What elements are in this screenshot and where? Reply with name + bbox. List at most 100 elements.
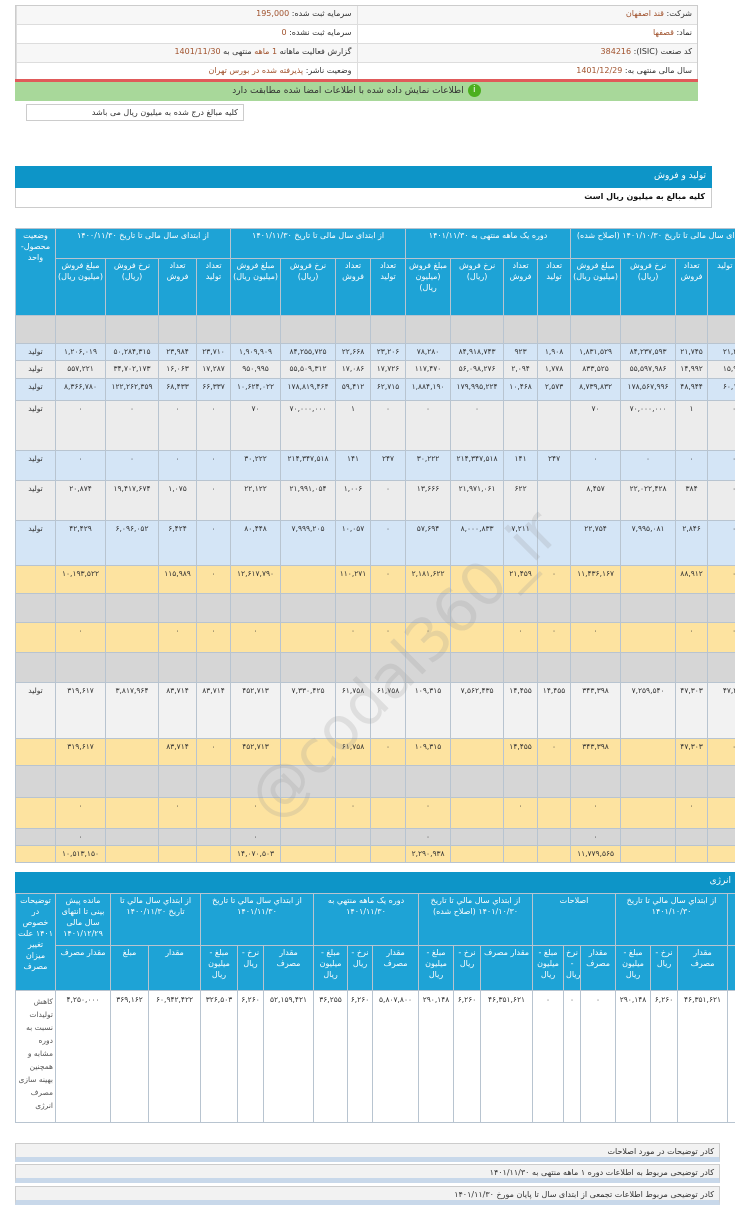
value-cell <box>335 845 372 863</box>
value-cell: ۱۲,۶۱۷,۷۹۰ <box>230 565 282 594</box>
value-cell: ۵۵,۵۰۹,۳۱۲ <box>280 360 337 379</box>
value-cell: ۴۵۲,۷۱۳ <box>230 738 282 766</box>
value-cell <box>537 828 572 846</box>
value-cell <box>537 400 572 451</box>
column-header: نرخ - ریال <box>453 945 482 991</box>
value-cell: ۲۲,۷۵۴ <box>570 520 622 566</box>
period-header: مانده پیش بینی تا انتهای سال مالی ۱۴۰۱/۱… <box>55 893 111 946</box>
value-cell <box>707 765 735 798</box>
value-cell <box>405 315 452 344</box>
column-header: مقدار مصرف <box>480 945 534 991</box>
value-cell: ۳,۸۱۷,۹۶۴ <box>105 682 159 739</box>
value-cell <box>158 593 197 623</box>
value-cell: ۷,۹۹۹,۲۰۵ <box>280 520 337 566</box>
value-cell: ۱۴,۴۵۵ <box>537 682 572 739</box>
unit-cell <box>15 565 56 594</box>
value-cell <box>503 593 539 623</box>
value-cell <box>570 652 622 683</box>
value-cell: ۲۹۰,۱۴۸ <box>615 990 652 1123</box>
symbol-link[interactable]: قصفها <box>653 28 674 37</box>
value-cell: ۰ <box>570 622 622 653</box>
column-header: تعداد فروش <box>675 258 709 316</box>
value-cell <box>105 797 159 829</box>
unit-cell <box>15 622 56 653</box>
value-cell <box>620 738 677 766</box>
value-cell <box>55 593 106 623</box>
unit-cell: تولید <box>15 682 56 739</box>
value-cell: ۳۸۴ <box>675 480 709 521</box>
value-cell <box>55 315 106 344</box>
value-cell <box>230 652 282 683</box>
unit-cell <box>15 315 56 344</box>
value-cell <box>158 765 197 798</box>
value-cell: ۶۰,۹۴۲,۴۲۲ <box>148 990 201 1123</box>
column-header: تعداد تولید <box>537 258 572 316</box>
value-cell: ۰ <box>230 622 282 653</box>
value-cell: ۰ <box>707 565 735 594</box>
value-cell: ۵۷,۶۹۴ <box>405 520 452 566</box>
value-cell: ۸۳,۷۱۴ <box>158 682 197 739</box>
value-cell <box>620 622 677 653</box>
value-cell: ۸۳,۷۱۴ <box>158 738 197 766</box>
value-cell <box>335 828 372 846</box>
value-cell <box>195 845 232 863</box>
value-cell: ۷,۳۳۰,۴۲۵ <box>280 682 337 739</box>
value-cell <box>370 845 407 863</box>
value-cell <box>620 828 677 846</box>
value-cell: ۶۶,۳۳۷ <box>195 378 232 401</box>
value-cell: ۱۳,۶۶۶ <box>405 480 452 521</box>
value-cell: ۱,۸۸۴,۱۹۰ <box>405 378 452 401</box>
company-link[interactable]: قند اصفهان <box>626 9 664 18</box>
unit-header: وضعیت محصول- واحد <box>15 228 56 316</box>
value-cell: ۰ <box>503 622 539 653</box>
value-cell: ۷,۲۱۱ <box>503 520 539 566</box>
value-cell <box>335 765 372 798</box>
company-info-panel: شرکت: قند اصفهان سرمایه ثبت شده: 195,000 … <box>15 5 698 83</box>
table-row: ۱۰,۵۱۳,۱۵۰ ۱۴,۰۷۰,۵۰۳ ۲,۲۹۰,۹۳۸ ۱۱,۷۷۹,۵۶۵ <box>15 845 735 863</box>
value-cell <box>195 828 232 846</box>
verified-banner: iاطلاعات نمایش داده شده با اطلاعات امضا … <box>15 79 698 101</box>
value-cell <box>450 652 505 683</box>
unit-cell <box>15 738 56 766</box>
value-cell <box>335 315 372 344</box>
value-cell: ۸,۰۰۰,۸۳۳ <box>450 520 505 566</box>
value-cell <box>675 845 709 863</box>
value-cell: ۰ <box>195 520 232 566</box>
value-cell: ۸,۳۶۶,۷۸۰ <box>55 378 106 401</box>
value-cell: ۲۱,۹۷۱,۰۶۱ <box>450 480 505 521</box>
isic-field: کد صنعت (ISIC): 384216 <box>356 44 698 62</box>
value-cell: ۲۹۰,۱۴۸ <box>418 990 455 1123</box>
description-header: توضیحات در خصوص ۱۴۰۱ علت تغییر میزان مصر… <box>15 893 56 991</box>
value-cell: ۵۶,۰۹۸,۲۷۶ <box>450 360 505 379</box>
value-cell: ۱۰,۶۲۴,۰۲۲ <box>230 378 282 401</box>
value-cell: ۷,۵۶۲,۴۳۵ <box>450 682 505 739</box>
table-row <box>15 652 735 683</box>
value-cell <box>230 593 282 623</box>
unit-cell: تولید <box>15 378 56 401</box>
value-cell <box>537 797 572 829</box>
unit-cell <box>15 845 56 863</box>
value-cell: ۰ <box>335 622 372 653</box>
value-cell: ۵۲,۱۵۹,۴۲۱ <box>262 990 315 1123</box>
value-cell <box>450 565 505 594</box>
value-cell: ۳۴۳,۳۹۸ <box>570 738 622 766</box>
value-cell: ۱,۸۳۱,۵۲۹ <box>570 343 622 361</box>
value-cell: ۰ <box>158 450 197 481</box>
description-cell: کاهش تولیدات نسبت به دوره مشابه و همچنین… <box>15 990 56 1123</box>
column-header: مبلغ <box>110 945 149 991</box>
value-cell: ۱۰,۰۵۷ <box>335 520 372 566</box>
period-header: از ابتداي سال مالي تا تاریخ ۱۴۰۱/۱۰/۳۰ <box>615 893 729 946</box>
value-cell: ۵,۸۰۷,۸۰۰ <box>372 990 420 1123</box>
value-cell <box>370 765 407 798</box>
value-cell: ۰ <box>105 400 159 451</box>
cumulative-notes-box: کادر توضیحی مربوط اطلاعات تجمعی از ابتدا… <box>15 1186 720 1205</box>
value-cell: ب <box>727 990 735 1123</box>
period-header: از ابتدای سال مالی تا تاریخ ۱۴۰۱/۱۱/۳۰ <box>230 228 407 259</box>
column-header: نرخ - ریال <box>650 945 679 991</box>
value-cell: ۲۱,۷۴۵ <box>675 343 709 361</box>
value-cell <box>620 845 677 863</box>
value-cell: ۰ <box>370 400 407 451</box>
value-cell: ۰ <box>195 622 232 653</box>
column-header: مبلغ - میلیون ریال <box>615 945 652 991</box>
value-cell <box>707 593 735 623</box>
